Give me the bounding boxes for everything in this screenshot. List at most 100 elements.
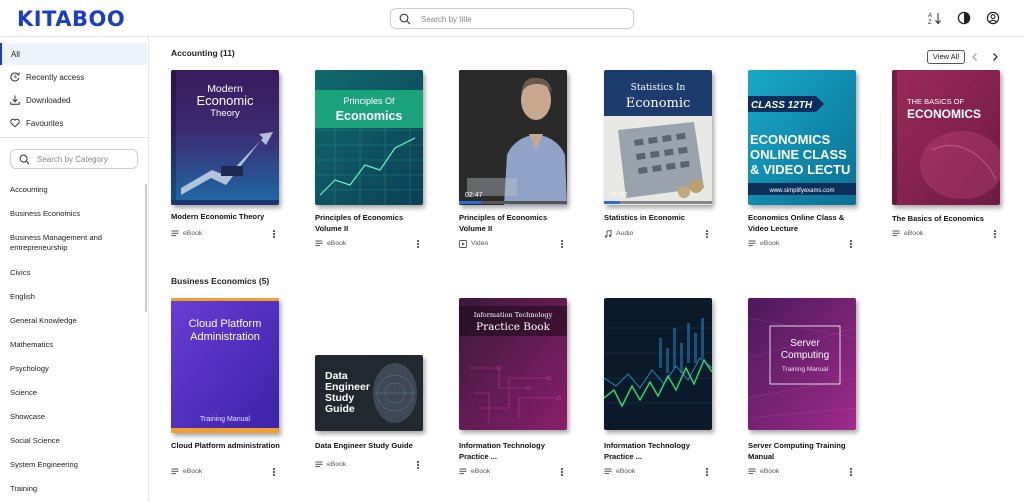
- content-type-label: eBook: [760, 240, 780, 247]
- audio-icon: [604, 230, 612, 238]
- more-options-icon[interactable]: [704, 467, 710, 477]
- more-options-icon[interactable]: [848, 467, 854, 477]
- content-title[interactable]: Information Technology Practice ...: [459, 441, 571, 462]
- sidebar-item-recently-access[interactable]: Recently access: [0, 66, 147, 88]
- book-cover[interactable]: Server Computing Training Manual: [748, 298, 856, 430]
- book-cover[interactable]: Modern Economic Theory: [171, 70, 279, 205]
- category-item-accounting[interactable]: Accounting: [10, 185, 135, 195]
- sidebar-item-label: Favourites: [26, 119, 64, 128]
- section-title-business-economics: Business Economics (5): [171, 276, 270, 286]
- more-options-icon[interactable]: [271, 467, 277, 477]
- more-options-icon[interactable]: [559, 467, 565, 477]
- content-type-row: eBook: [604, 467, 716, 477]
- category-item-general-knowledge[interactable]: General Knowledge: [10, 316, 135, 326]
- content-title[interactable]: The Basics of Economics: [892, 214, 1004, 225]
- ebook-icon: [171, 230, 179, 237]
- heart-icon: [10, 118, 20, 128]
- ebook-icon: [604, 468, 612, 475]
- category-item-business-economics[interactable]: Business Economics: [10, 209, 135, 219]
- book-cover[interactable]: Cloud Platform Administration Training M…: [171, 298, 279, 433]
- content-card[interactable]: Cloud Platform Administration Training M…: [171, 298, 301, 478]
- content-title[interactable]: Principles of Economics Volume II: [315, 213, 427, 234]
- title-search-input[interactable]: [421, 12, 621, 26]
- book-cover[interactable]: Data Engineer Study Guide: [315, 355, 423, 431]
- content-card[interactable]: Server Computing Training Manual Server …: [748, 298, 878, 478]
- content-card[interactable]: Information Technology Practice ... eBoo…: [604, 298, 734, 478]
- cover-text: Practice Book: [476, 321, 551, 333]
- title-search-box[interactable]: [390, 8, 634, 29]
- more-options-icon[interactable]: [415, 460, 421, 470]
- book-cover[interactable]: THE BASICS OF ECONOMICS: [892, 70, 1000, 205]
- more-options-icon[interactable]: [271, 229, 277, 239]
- more-options-icon[interactable]: [415, 239, 421, 249]
- content-type-label: eBook: [760, 468, 780, 475]
- chevron-right-icon[interactable]: [990, 52, 1000, 62]
- video-thumbnail[interactable]: 02:47: [459, 70, 567, 205]
- category-search-input[interactable]: [37, 153, 135, 166]
- more-options-icon[interactable]: [559, 239, 565, 249]
- content-card[interactable]: Data Engineer Study Guide Data Engineer …: [315, 355, 445, 475]
- content-type-row: eBook: [892, 229, 1004, 239]
- more-options-icon[interactable]: [848, 239, 854, 249]
- book-cover[interactable]: Principles Of Economics: [315, 70, 423, 205]
- content-type-label: eBook: [183, 230, 203, 237]
- view-all-button[interactable]: View All: [927, 50, 965, 64]
- more-options-icon[interactable]: [992, 229, 998, 239]
- category-item-system-engineering[interactable]: System Engineering: [10, 460, 135, 470]
- content-type-row: eBook: [171, 467, 283, 477]
- content-card[interactable]: Principles Of Economics Principles of Ec…: [315, 70, 445, 250]
- cover-text: Server: [790, 338, 820, 349]
- category-item-showcase[interactable]: Showcase: [10, 412, 135, 422]
- category-item-business-management[interactable]: Business Management and entrepreneurship: [10, 233, 135, 253]
- user-profile-icon[interactable]: [986, 11, 1000, 25]
- content-type-row: eBook: [748, 239, 860, 249]
- audio-cover[interactable]: Statistics In Economic 01:32: [604, 70, 712, 205]
- video-duration: 02:47: [465, 192, 483, 199]
- kitaboo-logo[interactable]: KITABOO: [17, 7, 125, 31]
- sidebar-scrollbar[interactable]: [145, 184, 147, 312]
- sidebar-item-downloaded[interactable]: Downloaded: [0, 89, 147, 111]
- content-title[interactable]: Principles of Economics Volume II: [459, 213, 571, 234]
- content-card[interactable]: Information Technology Practice Book Inf…: [459, 298, 589, 478]
- content-title[interactable]: Information Technology Practice ...: [604, 441, 716, 462]
- content-title[interactable]: Economics Online Class & Video Lecture: [748, 213, 860, 234]
- category-item-science[interactable]: Science: [10, 388, 135, 398]
- sidebar: All Recently access Downloaded Favourite…: [0, 37, 149, 502]
- content-card[interactable]: Modern Economic Theory Modern Economic T…: [171, 70, 301, 240]
- cover-text: Computing: [781, 350, 829, 361]
- cover-text: Principles Of: [343, 96, 395, 106]
- book-cover[interactable]: CLASS 12TH ECONOMICS ONLINE CLASS & VIDE…: [748, 70, 856, 205]
- more-options-icon[interactable]: [704, 229, 710, 239]
- book-cover[interactable]: [604, 298, 712, 430]
- cover-text: Theory: [210, 108, 240, 119]
- theme-toggle-icon[interactable]: [957, 11, 971, 25]
- category-item-english[interactable]: English: [10, 292, 135, 302]
- book-cover[interactable]: Information Technology Practice Book: [459, 298, 567, 430]
- content-title[interactable]: Statistics in Economic: [604, 213, 716, 224]
- sidebar-item-all[interactable]: All: [0, 43, 147, 65]
- content-title[interactable]: Data Engineer Study Guide: [315, 441, 427, 452]
- category-item-training[interactable]: Training: [10, 484, 135, 494]
- content-card[interactable]: 02:47 Principles of Economics Volume II …: [459, 70, 589, 250]
- cover-text: Training Manual: [200, 416, 250, 423]
- cover-text: Economics: [336, 109, 403, 123]
- video-icon: [459, 240, 467, 248]
- category-item-civics[interactable]: Civics: [10, 268, 135, 278]
- content-type-label: eBook: [904, 230, 924, 237]
- category-search-box[interactable]: [10, 149, 138, 169]
- content-title[interactable]: Cloud Platform administration: [171, 441, 283, 452]
- sidebar-divider: [0, 137, 149, 138]
- content-title[interactable]: Server Computing Training Manual: [748, 441, 860, 462]
- category-item-social-science[interactable]: Social Science: [10, 436, 135, 446]
- category-item-psychology[interactable]: Psychology: [10, 364, 135, 374]
- sidebar-item-favourites[interactable]: Favourites: [0, 112, 147, 134]
- cover-text: www.simplifyexams.com: [768, 188, 834, 194]
- content-card[interactable]: THE BASICS OF ECONOMICS The Basics of Ec…: [892, 70, 1022, 240]
- chevron-left-icon[interactable]: [970, 52, 980, 62]
- sort-icon[interactable]: A Z: [928, 11, 942, 25]
- content-type-label: eBook: [327, 240, 347, 247]
- content-title[interactable]: Modern Economic Theory: [171, 212, 283, 223]
- content-card[interactable]: CLASS 12TH ECONOMICS ONLINE CLASS & VIDE…: [748, 70, 878, 250]
- category-item-mathematics[interactable]: Mathematics: [10, 340, 135, 350]
- content-card[interactable]: Statistics In Economic 01:32 Statistics …: [604, 70, 734, 250]
